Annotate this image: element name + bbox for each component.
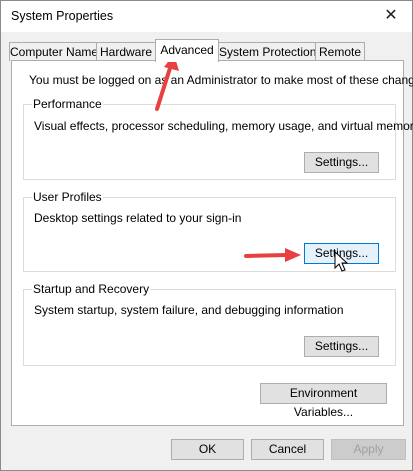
apply-button[interactable]: Apply: [331, 439, 406, 460]
startup-recovery-group-title: Startup and Recovery: [32, 282, 151, 296]
tab-strip: Computer Name Hardware Advanced System P…: [9, 39, 404, 62]
window-title: System Properties: [11, 9, 114, 23]
system-properties-dialog: System Properties ✕ Computer Name Hardwa…: [0, 0, 413, 471]
user-profiles-settings-button[interactable]: Settings...: [304, 243, 379, 264]
performance-group-title: Performance: [32, 97, 103, 111]
advanced-tab-panel: You must be logged on as an Administrato…: [11, 60, 413, 426]
performance-description: Visual effects, processor scheduling, me…: [34, 119, 413, 133]
admin-notice: You must be logged on as an Administrato…: [29, 73, 413, 87]
close-icon[interactable]: ✕: [376, 3, 406, 29]
tab-system-protection[interactable]: System Protection: [218, 42, 316, 61]
performance-settings-button[interactable]: Settings...: [304, 152, 379, 173]
tab-remote[interactable]: Remote: [315, 42, 365, 61]
cancel-button[interactable]: Cancel: [251, 439, 324, 460]
user-profiles-group: User Profiles Desktop settings related t…: [23, 190, 396, 272]
performance-group: Performance Visual effects, processor sc…: [23, 97, 413, 180]
tab-computer-name[interactable]: Computer Name: [9, 42, 98, 61]
user-profiles-group-title: User Profiles: [32, 190, 103, 204]
title-bar: System Properties ✕: [1, 1, 412, 32]
user-profiles-description: Desktop settings related to your sign-in: [34, 211, 242, 225]
startup-recovery-settings-button[interactable]: Settings...: [304, 336, 379, 357]
ok-button[interactable]: OK: [171, 439, 244, 460]
tab-hardware[interactable]: Hardware: [96, 42, 156, 61]
startup-recovery-group: Startup and Recovery System startup, sys…: [23, 282, 396, 366]
environment-variables-button[interactable]: Environment Variables...: [260, 383, 387, 419]
startup-recovery-description: System startup, system failure, and debu…: [34, 303, 344, 317]
tab-advanced[interactable]: Advanced: [155, 39, 219, 62]
